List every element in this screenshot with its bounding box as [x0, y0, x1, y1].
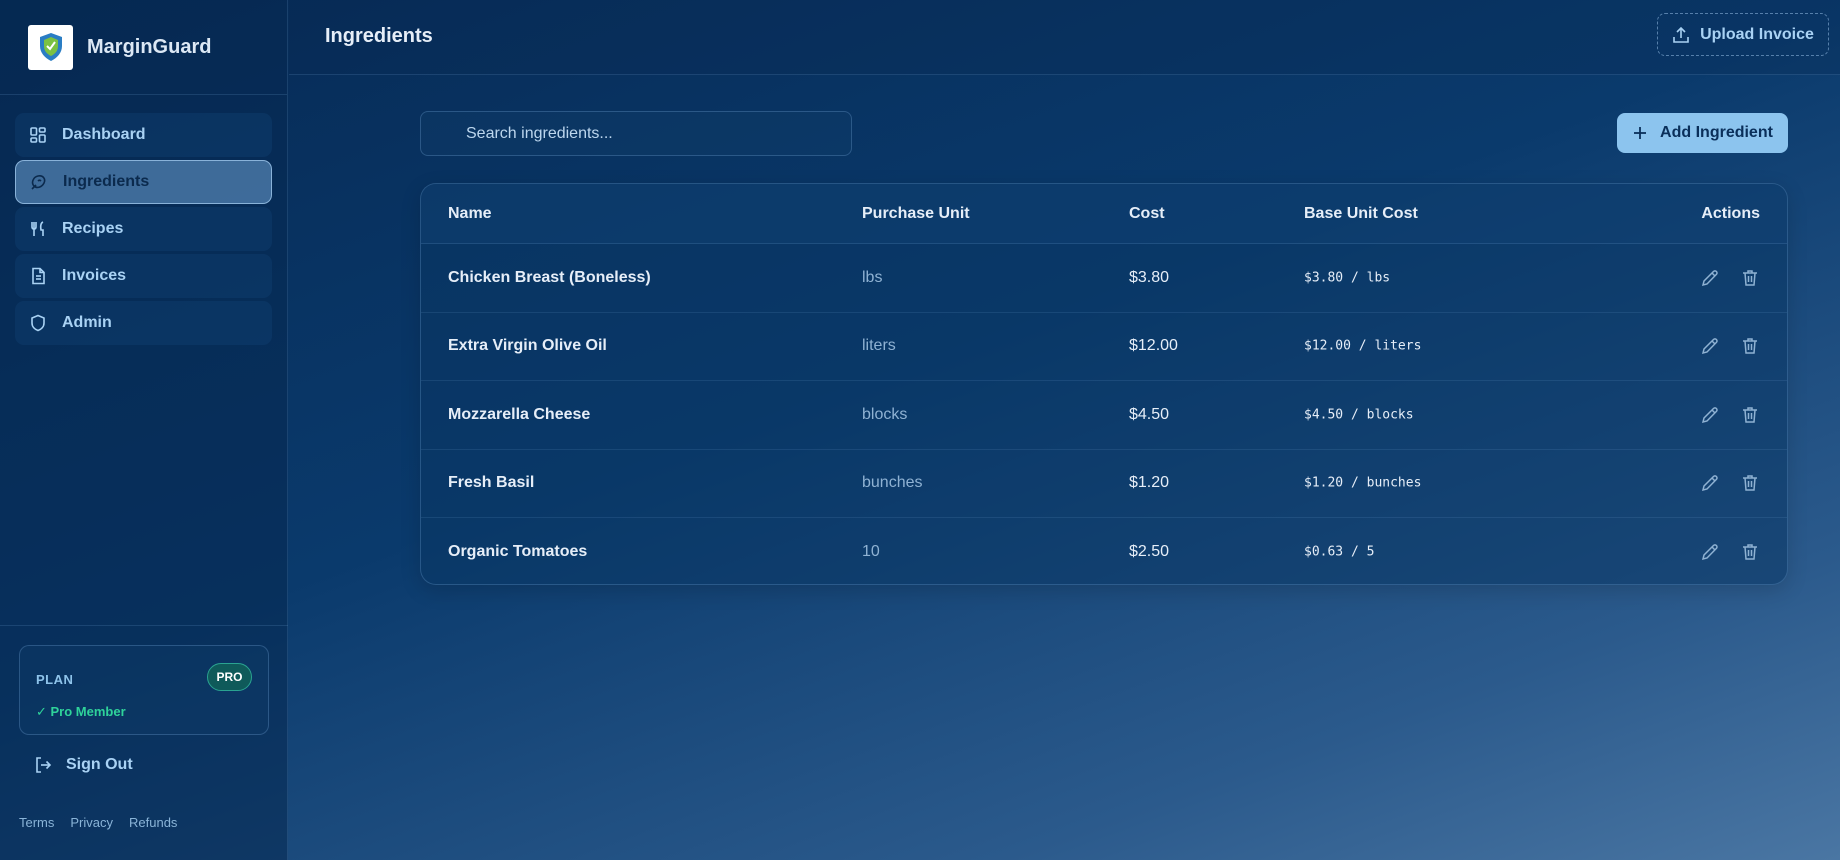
utensils-icon	[29, 220, 47, 238]
base-unit-cost: $4.50 / blocks	[1304, 407, 1414, 423]
purchase-unit: liters	[862, 337, 896, 355]
edit-icon[interactable]	[1700, 336, 1720, 356]
terms-link[interactable]: Terms	[19, 815, 54, 830]
search-input[interactable]	[420, 111, 852, 156]
privacy-link[interactable]: Privacy	[70, 815, 113, 830]
ingredient-name: Organic Tomatoes	[448, 543, 588, 561]
upload-invoice-label: Upload Invoice	[1700, 25, 1814, 43]
plan-badge: PRO	[207, 663, 252, 691]
ingredients-icon	[30, 173, 48, 191]
sidebar-item-admin[interactable]: Admin	[15, 301, 272, 345]
sidebar: MarginGuard Dashboard Ingredients Recipe…	[0, 0, 288, 860]
sidebar-item-invoices[interactable]: Invoices	[15, 254, 272, 298]
row-actions	[1700, 473, 1760, 493]
trash-icon[interactable]	[1740, 473, 1760, 493]
cost: $2.50	[1129, 543, 1170, 561]
dashboard-icon	[29, 126, 47, 144]
document-icon	[29, 267, 47, 285]
refunds-link[interactable]: Refunds	[129, 815, 177, 830]
plan-label: PLAN	[36, 672, 74, 687]
sign-out-icon	[34, 756, 52, 774]
cost: $4.50	[1129, 405, 1170, 423]
ingredient-name: Extra Virgin Olive Oil	[448, 337, 607, 355]
sidebar-item-label: Admin	[62, 314, 112, 331]
ingredient-name: Fresh Basil	[448, 474, 535, 492]
brand-name: MarginGuard	[87, 35, 212, 58]
sign-out-label: Sign Out	[66, 756, 133, 773]
trash-icon[interactable]	[1740, 542, 1760, 562]
cost: $3.80	[1129, 268, 1170, 286]
shield-logo-icon	[39, 33, 62, 61]
purchase-unit: bunches	[862, 474, 923, 492]
plan-status: ✓ Pro Member	[36, 704, 126, 719]
add-ingredient-button[interactable]: Add Ingredient	[1617, 113, 1788, 153]
purchase-unit: lbs	[862, 268, 883, 286]
top-header: Ingredients Upload Invoice	[289, 0, 1840, 75]
column-header-base-unit-cost[interactable]: Base Unit Cost	[1304, 205, 1418, 223]
add-ingredient-label: Add Ingredient	[1660, 124, 1773, 141]
ingredients-table: Name Purchase Unit Cost Base Unit Cost A…	[420, 183, 1788, 585]
purchase-unit: 10	[862, 543, 880, 561]
sidebar-item-label: Invoices	[62, 267, 127, 284]
plan-card: PLAN PRO ✓ Pro Member	[19, 645, 269, 735]
table-row: Mozzarella Cheese blocks $4.50 $4.50 / b…	[421, 381, 1787, 450]
ingredient-name: Chicken Breast (Boneless)	[448, 268, 651, 286]
sidebar-item-dashboard[interactable]: Dashboard	[15, 113, 272, 157]
brand-logo[interactable]	[28, 24, 73, 70]
trash-icon[interactable]	[1740, 268, 1760, 288]
sidebar-nav: Dashboard Ingredients Recipes Invoices A…	[0, 95, 287, 345]
edit-icon[interactable]	[1700, 473, 1720, 493]
purchase-unit: blocks	[862, 405, 908, 423]
column-header-cost[interactable]: Cost	[1129, 205, 1165, 223]
table-row: Chicken Breast (Boneless) lbs $3.80 $3.8…	[421, 244, 1787, 313]
table-row: Organic Tomatoes 10 $2.50 $0.63 / 5	[421, 518, 1787, 584]
cost: $1.20	[1129, 474, 1170, 492]
table-row: Extra Virgin Olive Oil liters $12.00 $12…	[421, 313, 1787, 381]
sidebar-item-recipes[interactable]: Recipes	[15, 207, 272, 251]
edit-icon[interactable]	[1700, 268, 1720, 288]
upload-icon	[1672, 26, 1690, 44]
plus-icon	[1632, 125, 1648, 141]
ingredient-name: Mozzarella Cheese	[448, 405, 591, 423]
row-actions	[1700, 542, 1760, 562]
column-header-purchase-unit[interactable]: Purchase Unit	[862, 205, 970, 223]
table-header: Name Purchase Unit Cost Base Unit Cost A…	[421, 184, 1787, 244]
sidebar-bottom: PLAN PRO ✓ Pro Member Sign Out Terms Pri…	[0, 625, 288, 860]
table-row: Fresh Basil bunches $1.20 $1.20 / bunche…	[421, 450, 1787, 518]
upload-invoice-button[interactable]: Upload Invoice	[1657, 13, 1829, 56]
cost: $12.00	[1129, 337, 1178, 355]
page-title: Ingredients	[325, 25, 433, 47]
sidebar-item-label: Recipes	[62, 220, 124, 237]
brand: MarginGuard	[0, 0, 287, 95]
column-header-name[interactable]: Name	[448, 205, 492, 223]
base-unit-cost: $1.20 / bunches	[1304, 475, 1422, 491]
footer-links: Terms Privacy Refunds	[19, 815, 177, 830]
base-unit-cost: $0.63 / 5	[1304, 544, 1375, 560]
row-actions	[1700, 336, 1760, 356]
row-actions	[1700, 405, 1760, 425]
base-unit-cost: $3.80 / lbs	[1304, 270, 1391, 286]
base-unit-cost: $12.00 / liters	[1304, 338, 1422, 354]
edit-icon[interactable]	[1700, 405, 1720, 425]
trash-icon[interactable]	[1740, 405, 1760, 425]
sidebar-item-label: Dashboard	[62, 126, 146, 143]
trash-icon[interactable]	[1740, 336, 1760, 356]
row-actions	[1700, 268, 1760, 288]
column-header-actions: Actions	[1701, 204, 1760, 222]
shield-icon	[29, 314, 47, 332]
edit-icon[interactable]	[1700, 542, 1720, 562]
sidebar-item-label: Ingredients	[63, 173, 150, 190]
sidebar-item-ingredients[interactable]: Ingredients	[15, 160, 272, 204]
sign-out-button[interactable]: Sign Out	[34, 750, 133, 780]
